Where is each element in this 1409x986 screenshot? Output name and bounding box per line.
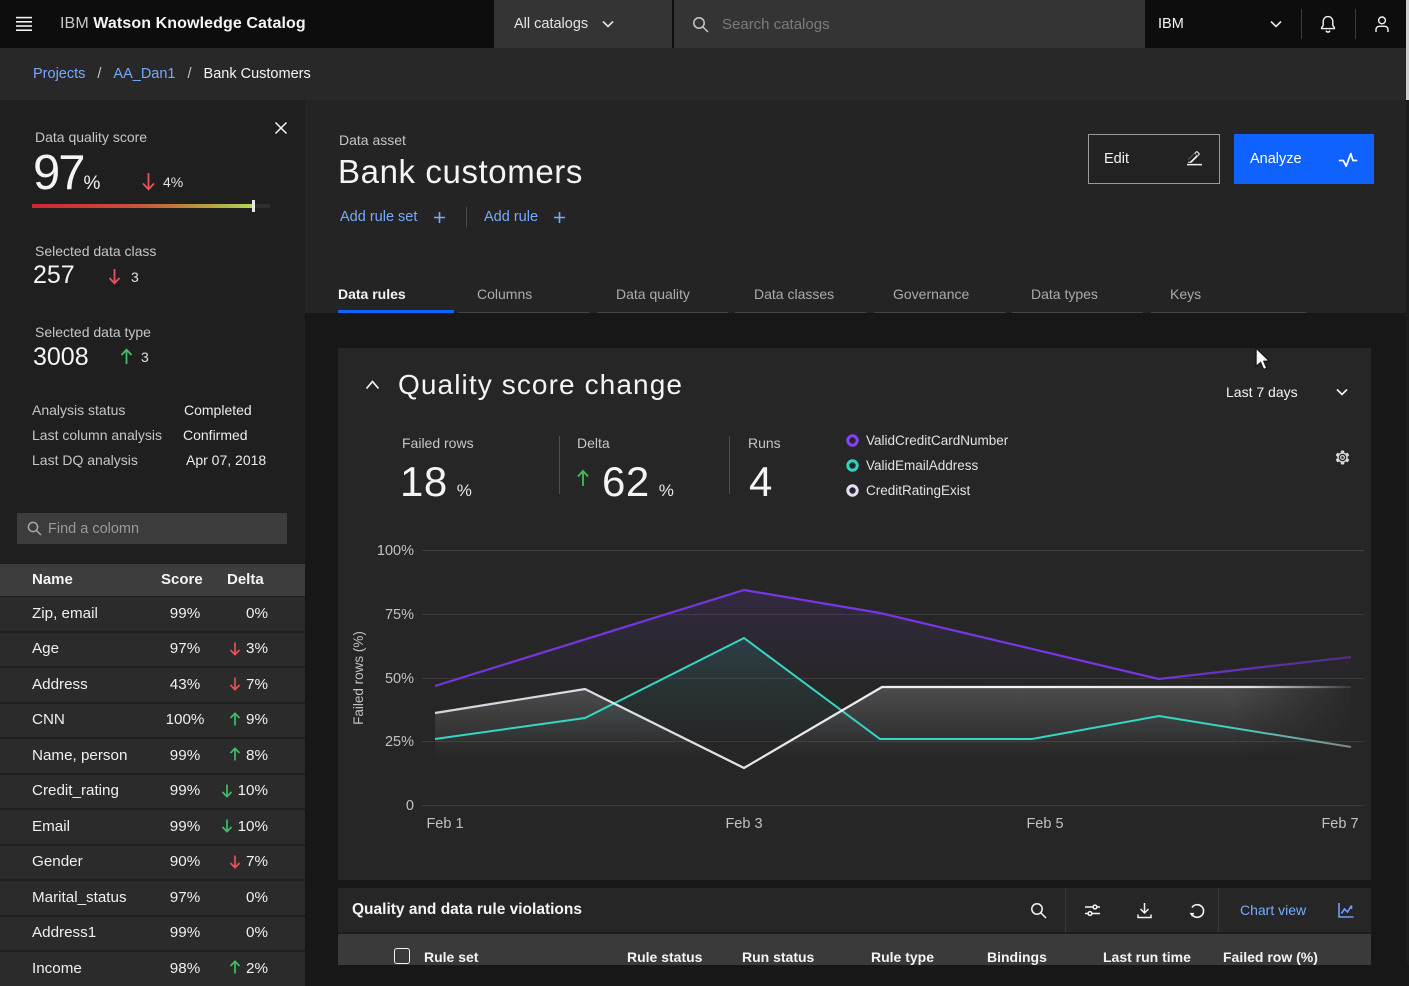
svg-text:50%: 50% [385, 671, 414, 687]
svg-text:25%: 25% [385, 734, 414, 750]
svg-text:Feb 3: Feb 3 [725, 816, 762, 832]
svg-text:75%: 75% [385, 607, 414, 623]
svg-text:Failed rows (%): Failed rows (%) [351, 631, 366, 725]
svg-text:100%: 100% [377, 543, 414, 559]
svg-text:Feb 5: Feb 5 [1026, 816, 1063, 832]
svg-text:0: 0 [406, 798, 414, 814]
svg-text:Feb 1: Feb 1 [426, 816, 463, 832]
svg-text:Feb 7: Feb 7 [1321, 816, 1358, 832]
